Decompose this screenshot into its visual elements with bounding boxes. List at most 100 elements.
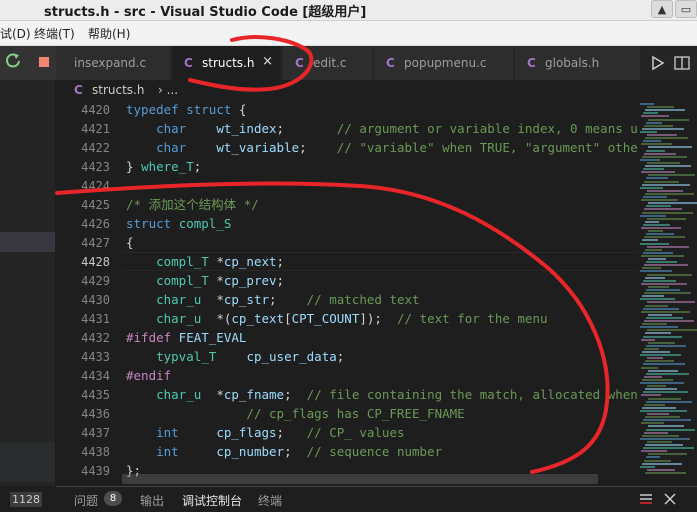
close-icon[interactable]: ×	[262, 54, 273, 69]
code-line[interactable]: {	[126, 233, 134, 252]
minimap-line	[646, 149, 665, 152]
minimap-line	[646, 121, 662, 124]
tab-label: globals.h	[545, 56, 600, 70]
line-number: 4433	[81, 350, 110, 364]
minimap-line	[647, 468, 675, 471]
tab-terminal[interactable]: 终端	[258, 492, 282, 509]
breadcrumb-file[interactable]: structs.h	[92, 83, 144, 97]
minimap-line	[640, 326, 678, 329]
minimap-line	[646, 316, 683, 319]
code-editor[interactable]: typedef struct { char wt_index; // argum…	[122, 100, 638, 486]
minimap-line	[641, 227, 681, 229]
menu-debug[interactable]: 试(D)	[0, 25, 31, 42]
minimap-line	[647, 245, 689, 248]
line-number: 4421	[81, 122, 110, 136]
code-line[interactable]: typedef struct {	[126, 100, 246, 119]
code-line[interactable]: compl_T *cp_prev;	[126, 271, 284, 290]
line-number: 4437	[81, 426, 110, 440]
line-number: 4427	[81, 236, 110, 250]
code-line[interactable]: } where_T;	[126, 157, 201, 176]
line-number: 4436	[81, 407, 110, 421]
maximize-icon[interactable]: ▲	[651, 0, 673, 18]
minimap-line	[641, 366, 658, 369]
code-line[interactable]: char_u *cp_fname; // file containing the…	[126, 385, 638, 404]
minimap-line	[641, 310, 690, 313]
sidebar-hover-item[interactable]	[0, 442, 55, 482]
tab-bar: insexpand.c C structs.h × C edit.c C pop…	[56, 46, 697, 80]
minimap-line	[642, 239, 658, 242]
minimap-line	[645, 332, 671, 335]
code-line[interactable]: compl_T *cp_next;	[126, 252, 284, 271]
code-line[interactable]: typval_T cp_user_data;	[126, 347, 344, 366]
title-bar: structs.h - src - Visual Studio Code [超级…	[0, 0, 697, 21]
line-number: 4424	[81, 179, 110, 193]
sidebar-selected-item[interactable]	[0, 232, 55, 252]
minimap-line	[644, 124, 673, 127]
minimap[interactable]	[638, 100, 697, 486]
code-line[interactable]: #endif	[126, 366, 171, 385]
minimap-line	[648, 146, 692, 149]
minimap-line	[648, 174, 695, 177]
line-number: 4439	[81, 464, 110, 478]
horizontal-scrollbar[interactable]	[122, 474, 598, 484]
minimap-line	[643, 391, 688, 394]
tab-structs[interactable]: C structs.h ×	[172, 46, 282, 80]
code-line[interactable]: char_u *(cp_text[CPT_COUNT]); // text fo…	[126, 309, 547, 328]
filter-icon[interactable]	[640, 494, 652, 504]
tab-insexpand[interactable]: insexpand.c	[56, 46, 171, 80]
minimap-line	[641, 199, 678, 202]
code-line[interactable]: char wt_variable; // "variable" when TRU…	[126, 138, 638, 157]
minimap-line	[640, 158, 660, 161]
tab-globals[interactable]: C globals.h	[515, 46, 641, 80]
minimap-line	[641, 254, 684, 257]
tab-popupmenu[interactable]: C popupmenu.c	[374, 46, 514, 80]
line-number: 4434	[81, 369, 110, 383]
minimap-line	[648, 397, 681, 400]
menu-terminal[interactable]: 终端(T)	[34, 25, 75, 42]
restore-icon[interactable]: ▭	[675, 0, 697, 18]
line-number: 4425	[81, 198, 110, 212]
run-icon[interactable]	[652, 55, 665, 71]
stop-icon[interactable]	[39, 57, 49, 67]
minimap-line	[645, 416, 680, 419]
line-number: 4431	[81, 312, 110, 326]
code-line[interactable]: /* 添加这个结构体 */	[126, 195, 259, 214]
c-file-icon: C	[386, 56, 395, 70]
menu-help[interactable]: 帮助(H)	[88, 25, 130, 42]
tab-label: edit.c	[313, 56, 347, 70]
minimap-line	[645, 276, 665, 279]
split-editor-icon[interactable]	[674, 56, 690, 70]
code-line[interactable]: // cp_flags has CP_FREE_FNAME	[126, 404, 464, 423]
code-line[interactable]: struct compl_S	[126, 214, 231, 233]
minimap-line	[648, 369, 678, 372]
debug-toolbar	[0, 46, 56, 80]
minimap-line	[646, 344, 686, 347]
tab-problems[interactable]: 问题	[74, 492, 98, 509]
minimap-line	[647, 106, 674, 109]
restart-icon[interactable]	[6, 53, 20, 68]
tab-debug-console[interactable]: 调试控制台	[182, 492, 242, 509]
minimap-line	[646, 428, 695, 431]
minimap-line	[648, 313, 672, 316]
code-line[interactable]: int cp_number; // sequence number	[126, 442, 442, 461]
code-line[interactable]: char_u *cp_str; // matched text	[126, 290, 419, 309]
minimap-line	[646, 177, 668, 180]
line-number: 4426	[81, 217, 110, 231]
line-number: 4435	[81, 388, 110, 402]
minimap-line	[647, 273, 692, 276]
minimap-line	[648, 453, 687, 456]
minimap-line	[647, 217, 686, 220]
code-line[interactable]: char wt_index; // argument or variable i…	[126, 119, 638, 138]
minimap-line	[640, 437, 690, 440]
minimap-line	[644, 459, 671, 462]
code-line[interactable]: int cp_flags; // CP_ values	[126, 423, 404, 442]
code-line[interactable]: #ifdef FEAT_EVAL	[126, 328, 246, 347]
line-number: 4422	[81, 141, 110, 155]
close-panel-icon[interactable]	[664, 493, 676, 505]
minimap-line	[640, 242, 669, 245]
minimap-line	[646, 289, 680, 291]
minimap-line	[648, 258, 666, 260]
tab-output[interactable]: 输出	[140, 492, 164, 509]
minimap-line	[641, 450, 667, 453]
tab-edit[interactable]: C edit.c	[283, 46, 373, 80]
